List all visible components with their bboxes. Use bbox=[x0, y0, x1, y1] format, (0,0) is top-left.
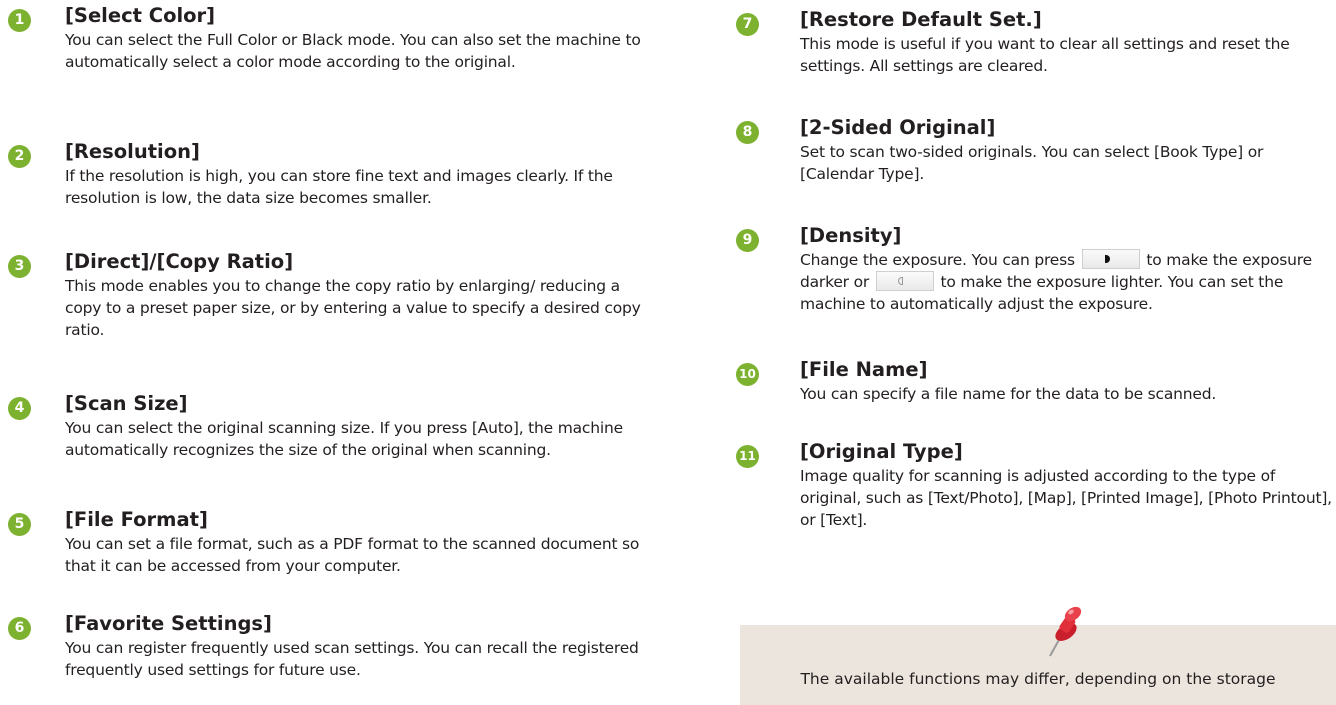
number-badge: 5 bbox=[8, 513, 31, 536]
number-badge: 8 bbox=[736, 121, 759, 144]
number-badge: 3 bbox=[8, 255, 31, 278]
number-badge: 7 bbox=[736, 13, 759, 36]
item-description: You can set a file format, such as a PDF… bbox=[65, 535, 640, 575]
item-title: [Select Color] bbox=[65, 4, 216, 27]
item-title: [File Name] bbox=[800, 358, 928, 381]
item-title: [Direct]/[Copy Ratio] bbox=[65, 250, 294, 273]
density-text-3: to make the exposure lighter. You can se… bbox=[800, 273, 1284, 313]
item-title: [File Format] bbox=[65, 508, 208, 531]
number-badge: 2 bbox=[8, 145, 31, 168]
item-description: If the resolution is high, you can store… bbox=[65, 167, 613, 207]
item-title: [Scan Size] bbox=[65, 392, 188, 415]
item-description: This mode is useful if you want to clear… bbox=[800, 35, 1290, 75]
note-text: The available functions may differ, depe… bbox=[800, 670, 1276, 688]
item-title: [Original Type] bbox=[800, 440, 963, 463]
item-description: You can register frequently used scan se… bbox=[65, 639, 639, 679]
number-badge: 4 bbox=[8, 397, 31, 420]
item-description: You can specify a file name for the data… bbox=[800, 385, 1217, 403]
number-badge: 6 bbox=[8, 617, 31, 640]
item-description: You can select the original scanning siz… bbox=[65, 419, 623, 459]
item-description: You can select the Full Color or Black m… bbox=[65, 31, 641, 71]
number-badge: 11 bbox=[736, 445, 759, 468]
item-title: [2-Sided Original] bbox=[800, 116, 996, 139]
number-badge: 1 bbox=[8, 9, 31, 32]
number-badge: 9 bbox=[736, 229, 759, 252]
item-description: Image quality for scanning is adjusted a… bbox=[800, 467, 1332, 529]
item-title: [Resolution] bbox=[65, 140, 200, 163]
item-description: Set to scan two-sided originals. You can… bbox=[800, 143, 1264, 183]
pushpin-icon bbox=[1049, 606, 1082, 657]
item-title: [Restore Default Set.] bbox=[800, 8, 1042, 31]
lighter-key-icon bbox=[875, 271, 934, 291]
darker-key-icon bbox=[1081, 249, 1140, 269]
item-title: [Density] bbox=[800, 224, 902, 247]
item-description: Change the exposure. You can press to ma… bbox=[800, 249, 1336, 315]
item-title: [Favorite Settings] bbox=[65, 612, 272, 635]
item-description: This mode enables you to change the copy… bbox=[65, 277, 641, 339]
number-badge: 10 bbox=[736, 363, 759, 386]
density-text-1: Change the exposure. You can press bbox=[800, 251, 1075, 269]
